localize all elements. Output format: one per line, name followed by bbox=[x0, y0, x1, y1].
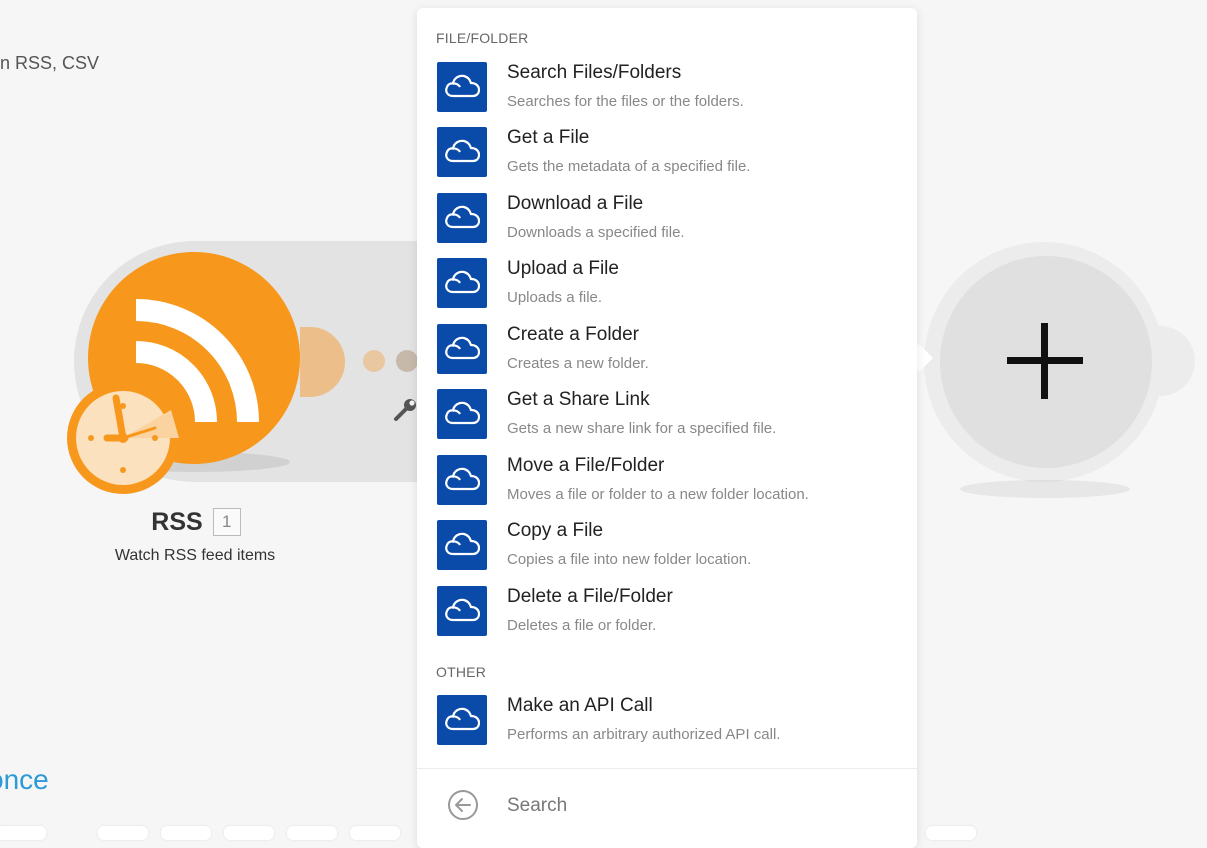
clock-icon bbox=[67, 382, 179, 494]
menu-item-title: Get a Share Link bbox=[507, 389, 650, 410]
menu-item-search-files-folders[interactable]: Search Files/Folders Searches for the fi… bbox=[417, 62, 917, 122]
module-name: RSS bbox=[151, 507, 203, 536]
section-title-other: OTHER bbox=[436, 664, 486, 680]
menu-item-description: Gets the metadata of a specified file. bbox=[507, 158, 751, 175]
onedrive-icon bbox=[437, 324, 487, 374]
toolbar-button[interactable] bbox=[0, 826, 46, 840]
plus-icon bbox=[1041, 323, 1048, 399]
menu-item-description: Gets a new share link for a specified fi… bbox=[507, 420, 777, 437]
cloud-icon bbox=[445, 336, 480, 360]
menu-item-delete-a-file-folder[interactable]: Delete a File/Folder Deletes a file or f… bbox=[417, 586, 917, 646]
menu-item-description: Deletes a file or folder. bbox=[507, 617, 657, 634]
divider bbox=[417, 768, 917, 769]
menu-item-description: Copies a file into new folder location. bbox=[507, 551, 752, 568]
onedrive-icon bbox=[437, 520, 487, 570]
menu-item-create-a-folder[interactable]: Create a Folder Creates a new folder. bbox=[417, 324, 917, 384]
cloud-icon bbox=[445, 139, 480, 163]
search-input[interactable] bbox=[505, 788, 889, 824]
menu-item-make-an-api-call[interactable]: Make an API Call Performs an arbitrary a… bbox=[417, 695, 917, 755]
cloud-icon bbox=[445, 532, 480, 556]
module-title: RSS 1 bbox=[0, 507, 392, 537]
cloud-icon bbox=[445, 270, 480, 294]
module-subtitle: Watch RSS feed items bbox=[114, 547, 276, 564]
toolbar-button[interactable] bbox=[161, 826, 211, 840]
toolbar-button[interactable] bbox=[350, 826, 400, 840]
onedrive-icon bbox=[437, 586, 487, 636]
menu-item-title: Get a File bbox=[507, 127, 590, 148]
onedrive-icon bbox=[437, 695, 487, 745]
wrench-icon[interactable] bbox=[393, 396, 419, 422]
section-title-file-folder: FILE/FOLDER bbox=[436, 30, 529, 46]
menu-item-copy-a-file[interactable]: Copy a File Copies a file into new folde… bbox=[417, 520, 917, 580]
menu-item-move-a-file-folder[interactable]: Move a File/Folder Moves a file or folde… bbox=[417, 455, 917, 515]
cloud-icon bbox=[445, 205, 480, 229]
onedrive-icon bbox=[437, 389, 487, 439]
menu-item-description: Uploads a file. bbox=[507, 289, 603, 306]
menu-item-get-a-share-link[interactable]: Get a Share Link Gets a new share link f… bbox=[417, 389, 917, 449]
menu-item-title: Copy a File bbox=[507, 520, 604, 541]
toolbar-button[interactable] bbox=[224, 826, 274, 840]
back-arrow-icon[interactable] bbox=[447, 789, 479, 821]
module-action-menu: FILE/FOLDER Search Files/Folders Searche… bbox=[417, 8, 917, 848]
menu-item-title: Move a File/Folder bbox=[507, 455, 665, 476]
cloud-icon bbox=[445, 707, 480, 731]
menu-item-get-a-file[interactable]: Get a File Gets the metadata of a specif… bbox=[417, 127, 917, 187]
toolbar-button[interactable] bbox=[926, 826, 976, 840]
scenario-description: ion RSS, CSV bbox=[0, 53, 100, 73]
onedrive-icon bbox=[437, 455, 487, 505]
toolbar-button[interactable] bbox=[98, 826, 148, 840]
menu-item-description: Performs an arbitrary authorized API cal… bbox=[507, 726, 781, 743]
run-once-link[interactable]: once bbox=[0, 764, 49, 796]
menu-item-title: Make an API Call bbox=[507, 695, 653, 716]
add-module-shadow bbox=[960, 480, 1130, 498]
onedrive-icon bbox=[437, 62, 487, 112]
menu-item-title: Download a File bbox=[507, 193, 644, 214]
cloud-icon bbox=[445, 74, 480, 98]
menu-item-title: Upload a File bbox=[507, 258, 619, 279]
connection-dot bbox=[396, 350, 418, 372]
menu-item-download-a-file[interactable]: Download a File Downloads a specified fi… bbox=[417, 193, 917, 253]
menu-item-title: Create a Folder bbox=[507, 324, 640, 345]
cloud-icon bbox=[445, 467, 480, 491]
menu-item-description: Moves a file or folder to a new folder l… bbox=[507, 486, 809, 503]
menu-item-description: Searches for the files or the folders. bbox=[507, 93, 744, 110]
onedrive-icon bbox=[437, 193, 487, 243]
menu-item-title: Delete a File/Folder bbox=[507, 586, 673, 607]
menu-item-description: Creates a new folder. bbox=[507, 355, 649, 372]
menu-item-title: Search Files/Folders bbox=[507, 62, 682, 83]
toolbar-button[interactable] bbox=[287, 826, 337, 840]
cloud-icon bbox=[445, 401, 480, 425]
menu-item-description: Downloads a specified file. bbox=[507, 224, 685, 241]
onedrive-icon bbox=[437, 258, 487, 308]
cloud-icon bbox=[445, 598, 480, 622]
module-id-badge: 1 bbox=[212, 508, 241, 537]
menu-item-upload-a-file[interactable]: Upload a File Uploads a file. bbox=[417, 258, 917, 318]
onedrive-icon bbox=[437, 127, 487, 177]
connection-dot bbox=[363, 350, 385, 372]
